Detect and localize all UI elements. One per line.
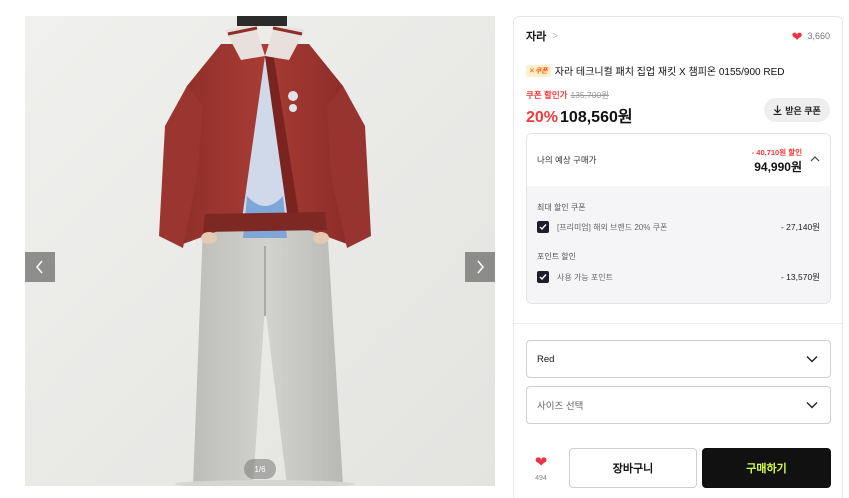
product-image-gallery: 1/6 [25,16,495,486]
estimated-discount: - 40,710원 할인 [751,148,802,157]
wishlist-count: 494 [535,474,547,482]
brand-like-button[interactable]: ❤ 3,660 [792,30,830,43]
point-name: 사용 가능 포인트 [557,272,613,282]
estimated-price-box: 나의 예상 구매가 - 40,710원 할인 94,990원 최대 할인 쿠폰 … [526,133,831,304]
brand-link[interactable]: 자라 > [526,28,558,44]
received-coupon-label: 받은 쿠폰 [785,105,821,116]
heart-icon: ❤ [534,453,548,471]
coupon-price-label: 쿠폰 할인가 135,700원 [526,89,609,101]
add-to-cart-button[interactable]: 장바구니 [569,448,697,488]
point-checkbox[interactable] [537,271,549,283]
purchase-panel: 자라 > ❤ 3,660 ✕쿠폰 자라 테크니컬 패치 집업 재킷 X 챔피온 … [513,16,843,498]
chevron-right-icon [477,260,484,274]
chevron-up-icon [810,156,820,162]
coupon-row: [프리미엄] 해외 브랜드 20% 쿠폰 - 27,140원 [537,220,820,234]
size-select[interactable]: 사이즈 선택 [526,386,831,424]
chevron-down-icon [806,402,818,409]
price-row: 20% 108,560원 [526,103,633,127]
discount-rate: 20% [526,109,559,126]
product-title-row: ✕쿠폰 자라 테크니컬 패치 집업 재킷 X 챔피온 0155/900 RED [526,63,830,78]
chevron-right-icon: > [552,30,559,42]
estimated-price-header[interactable]: 나의 예상 구매가 - 40,710원 할인 94,990원 [527,134,830,186]
product-photo [25,16,495,486]
wishlist-button[interactable]: ❤ 494 [526,455,556,482]
check-icon [539,274,547,281]
coupon-checkbox[interactable] [537,221,549,233]
prev-image-button[interactable] [25,252,55,282]
brand-row: 자라 > ❤ 3,660 [526,28,830,44]
point-section-label: 포인트 할인 [537,252,577,261]
section-divider [514,323,842,324]
heart-icon: ❤ [791,28,803,44]
coupon-amount: - 27,140원 [780,222,820,232]
buy-now-button[interactable]: 구매하기 [702,448,831,488]
color-select-value: Red [537,353,555,365]
download-icon [773,105,782,115]
chevron-left-icon [36,260,43,274]
purchase-action-bar: ❤ 494 장바구니 구매하기 [526,448,831,488]
brand-name: 자라 [526,31,547,43]
received-coupon-button[interactable]: 받은 쿠폰 [764,98,830,122]
coupon-price-text: 쿠폰 할인가 [526,90,568,100]
check-icon [539,224,547,231]
image-counter: 1/6 [244,459,276,479]
coupon-name: [프리미엄] 해외 브랜드 20% 쿠폰 [557,222,668,232]
brand-like-count: 3,660 [807,31,830,41]
point-amount: - 13,570원 [780,272,820,282]
point-row: 사용 가능 포인트 - 13,570원 [537,270,820,284]
product-title: 자라 테크니컬 패치 집업 재킷 X 챔피온 0155/900 RED [554,67,785,78]
coupon-badge: ✕쿠폰 [526,64,551,77]
estimated-final-price: 94,990원 [754,160,802,174]
chevron-down-icon [806,356,818,363]
next-image-button[interactable] [465,252,495,282]
size-select-placeholder: 사이즈 선택 [537,401,584,412]
estimated-price-label: 나의 예상 구매가 [537,155,597,165]
sale-price: 108,560원 [560,109,633,126]
original-price: 135,700원 [570,90,610,100]
color-select[interactable]: Red [526,340,831,378]
estimated-price-details: 최대 할인 쿠폰 [프리미엄] 해외 브랜드 20% 쿠폰 - 27,140원 … [527,186,830,303]
max-coupon-section-label: 최대 할인 쿠폰 [537,203,586,212]
